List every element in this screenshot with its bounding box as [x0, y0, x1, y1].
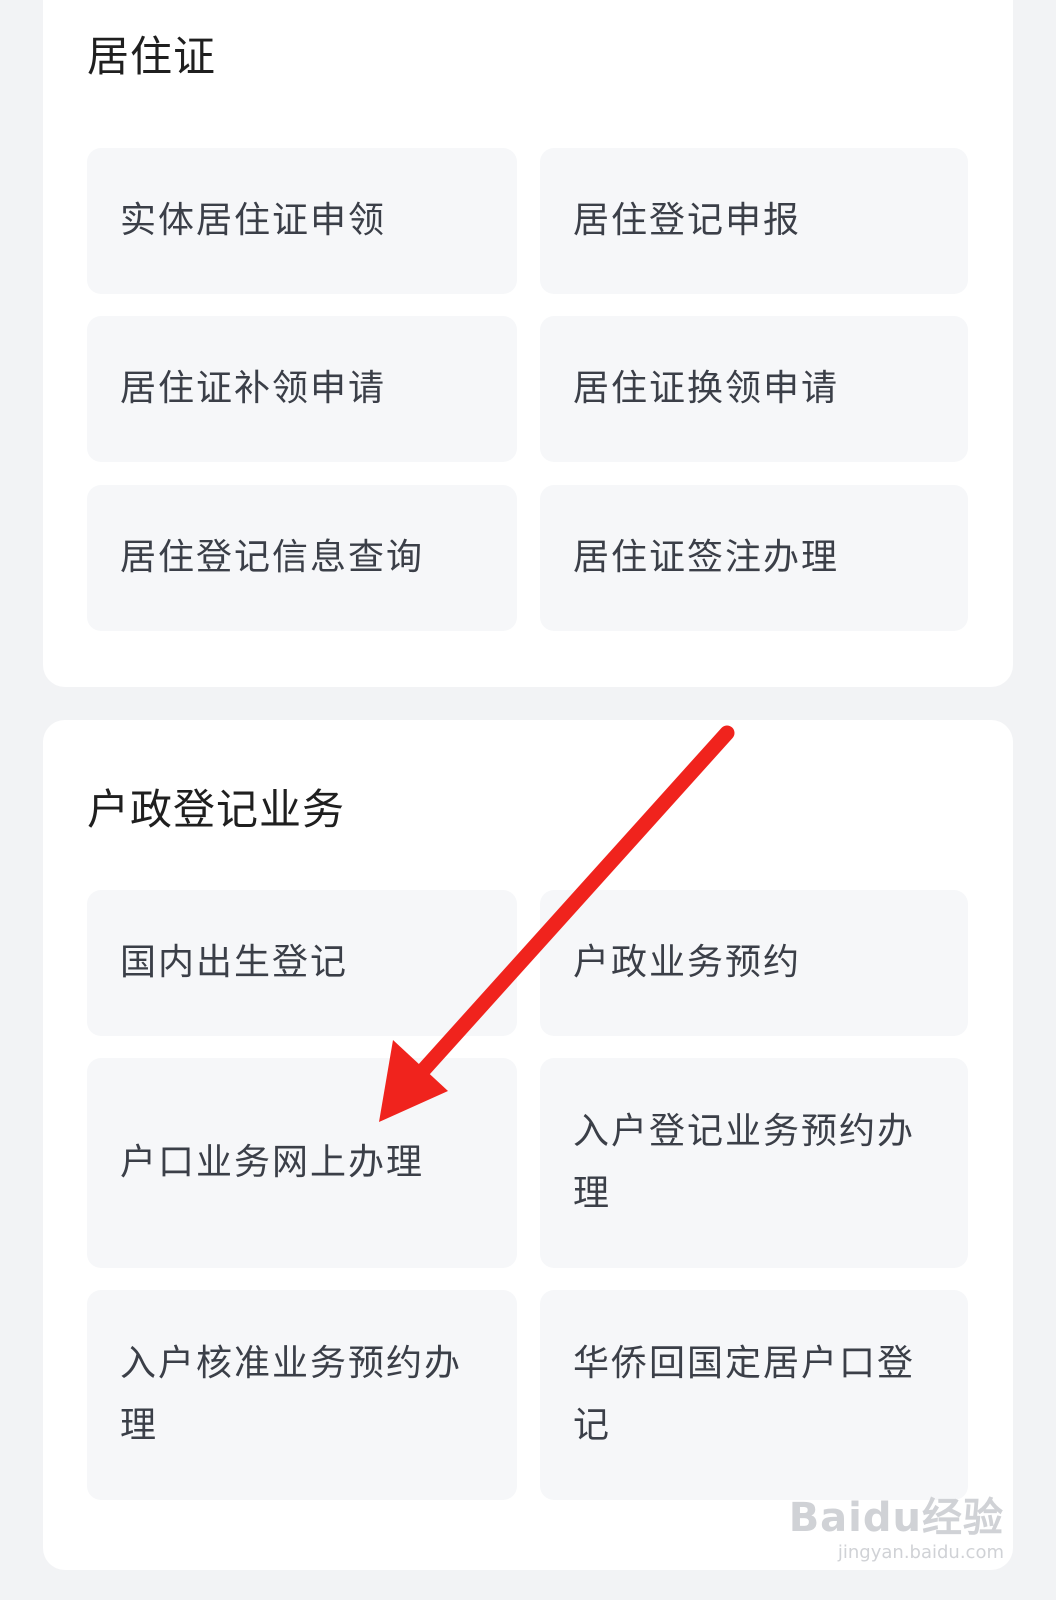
service-household-online[interactable]: 户口业务网上办理: [87, 1058, 517, 1268]
watermark-logo: Baidu经验: [788, 1495, 1004, 1541]
household-registration-card: 户政登记业务 国内出生登记 户政业务预约 户口业务网上办理 入户登记业务预约办理…: [43, 720, 1013, 1570]
service-registration-info-query[interactable]: 居住登记信息查询: [87, 485, 517, 631]
service-permit-renewal-application[interactable]: 居住证换领申请: [540, 316, 968, 462]
service-physical-permit-application[interactable]: 实体居住证申领: [87, 148, 517, 294]
service-settlement-approval-appointment[interactable]: 入户核准业务预约办理: [87, 1290, 517, 1500]
service-permit-endorsement[interactable]: 居住证签注办理: [540, 485, 968, 631]
residence-permit-card: 居住证 实体居住证申领 居住登记申报 居住证补领申请 居住证换领申请 居住登记信…: [43, 0, 1013, 687]
watermark-url: jingyan.baidu.com: [837, 1542, 1004, 1563]
service-domestic-birth-registration[interactable]: 国内出生登记: [87, 890, 517, 1036]
service-household-appointment[interactable]: 户政业务预约: [540, 890, 968, 1036]
service-settlement-registration-appointment[interactable]: 入户登记业务预约办理: [540, 1058, 968, 1268]
household-registration-title: 户政登记业务: [87, 785, 346, 834]
baidu-watermark: Baidu经验 jingyan.baidu.com: [789, 1498, 1004, 1562]
service-permit-reissue-application[interactable]: 居住证补领申请: [87, 316, 517, 462]
residence-permit-title: 居住证: [87, 32, 217, 81]
service-residence-registration-report[interactable]: 居住登记申报: [540, 148, 968, 294]
service-overseas-chinese-registration[interactable]: 华侨回国定居户口登记: [540, 1290, 968, 1500]
